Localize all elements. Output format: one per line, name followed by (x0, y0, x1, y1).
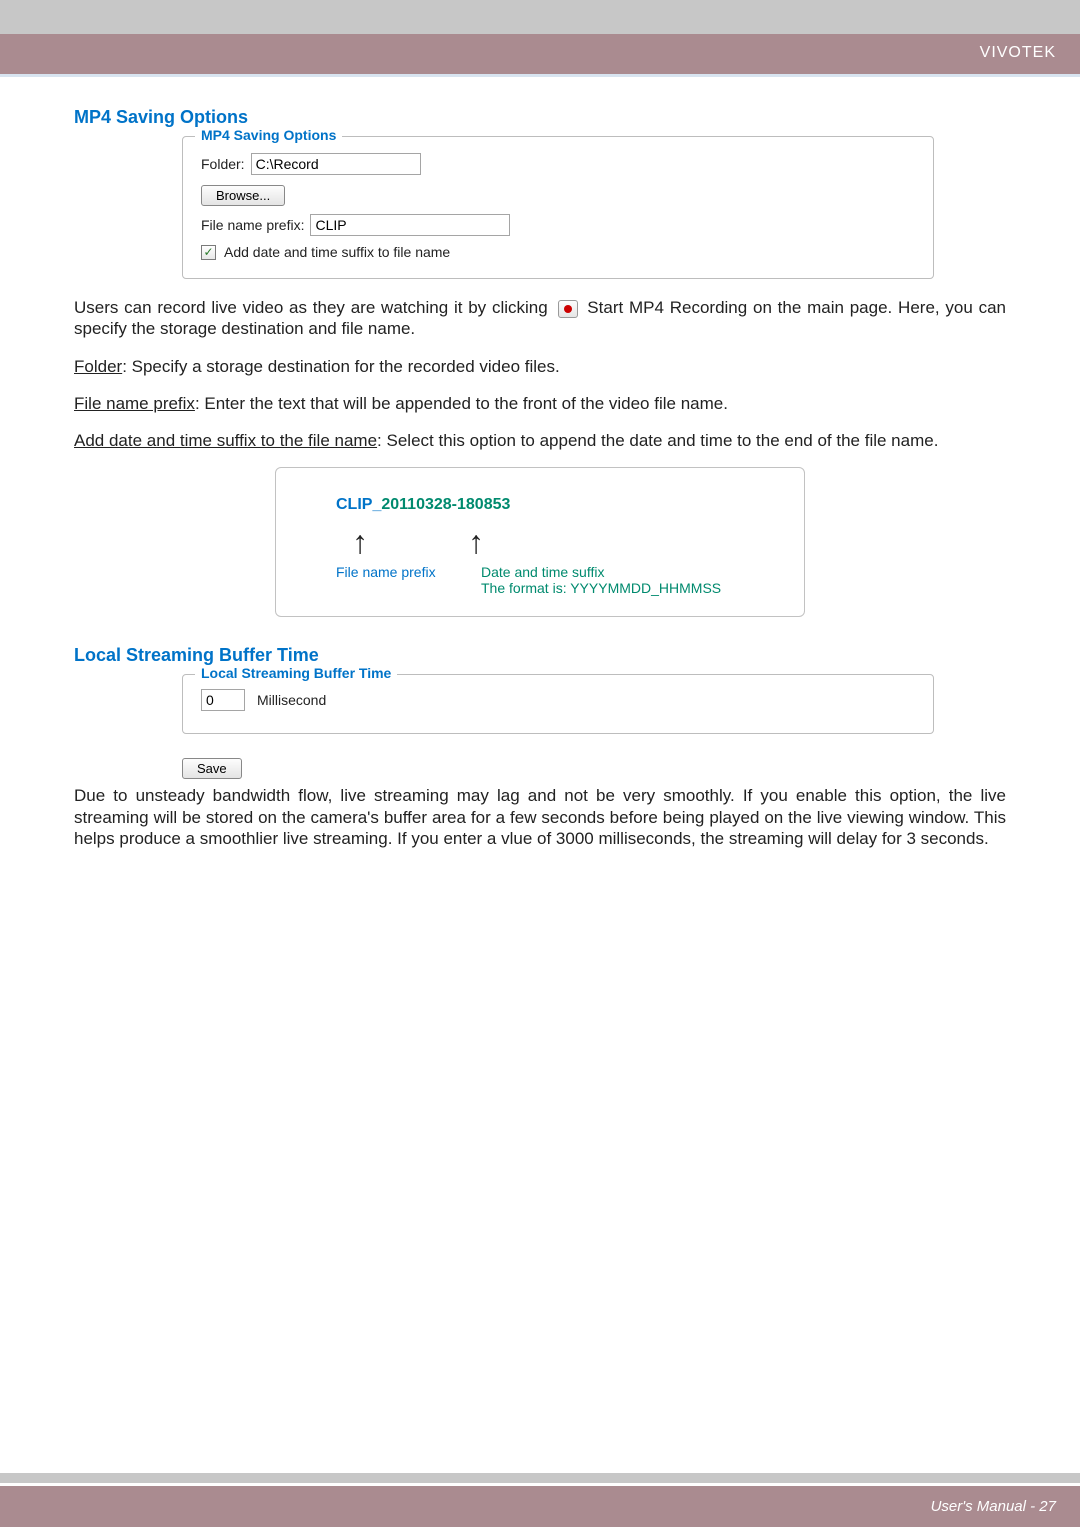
browse-button[interactable]: Browse... (201, 185, 285, 206)
filename-example-box: CLIP_20110328-180853 ↑ ↑ File name prefi… (275, 467, 805, 617)
para3-text: : Enter the text that will be appended t… (195, 394, 728, 413)
folder-row: Folder: (201, 153, 915, 175)
record-icon (558, 300, 578, 318)
header-band: VIVOTEK (0, 34, 1080, 77)
save-button[interactable]: Save (182, 758, 242, 779)
section-mp4-title: MP4 Saving Options (74, 107, 1006, 128)
suffix-checkbox-row: ✓ Add date and time suffix to file name (201, 244, 915, 260)
example-suffix-line2: The format is: YYYYMMDD_HHMMSS (481, 580, 721, 596)
prefix-underline: File name prefix (74, 394, 195, 413)
suffix-checkbox-label: Add date and time suffix to file name (224, 244, 450, 260)
arrow-up-icon: ↑ (468, 526, 484, 558)
example-suffix-line1: Date and time suffix (481, 564, 604, 580)
paragraph-suffix: Add date and time suffix to the file nam… (74, 430, 1006, 451)
mp4-options-fieldset: MP4 Saving Options Folder: Browse... Fil… (182, 136, 934, 279)
example-label-suffix: Date and time suffix The format is: YYYY… (481, 564, 721, 596)
example-filename: CLIP_20110328-180853 (336, 496, 774, 514)
example-label-prefix: File name prefix (336, 564, 461, 596)
example-labels: File name prefix Date and time suffix Th… (336, 564, 774, 596)
footer-band: User's Manual - 27 (0, 1486, 1080, 1527)
example-suffix: 20110328-180853 (381, 496, 510, 513)
prefix-input[interactable] (310, 214, 510, 236)
mp4-options-legend: MP4 Saving Options (195, 127, 342, 143)
paragraph-folder: Folder: Specify a storage destination fo… (74, 356, 1006, 377)
folder-label: Folder: (201, 156, 245, 172)
example-prefix: CLIP (336, 496, 372, 513)
brand-label: VIVOTEK (980, 44, 1056, 61)
folder-underline: Folder (74, 357, 122, 376)
bottom-gray-bar (0, 1473, 1080, 1483)
buffer-fieldset: Local Streaming Buffer Time Millisecond (182, 674, 934, 734)
buffer-input[interactable] (201, 689, 245, 711)
folder-input[interactable] (251, 153, 421, 175)
footer-text: User's Manual - 27 (931, 1498, 1056, 1515)
paragraph-buffer: Due to unsteady bandwidth flow, live str… (74, 785, 1006, 849)
top-gray-bar (0, 0, 1080, 34)
suffix-underline: Add date and time suffix to the file nam… (74, 431, 377, 450)
para1a: Users can record live video as they are … (74, 298, 554, 317)
para4-text: : Select this option to append the date … (377, 431, 938, 450)
paragraph-intro: Users can record live video as they are … (74, 297, 1006, 340)
buffer-legend: Local Streaming Buffer Time (195, 665, 397, 681)
para2-text: : Specify a storage destination for the … (122, 357, 560, 376)
page-content: MP4 Saving Options MP4 Saving Options Fo… (0, 77, 1080, 849)
prefix-row: File name prefix: (201, 214, 915, 236)
suffix-checkbox[interactable]: ✓ (201, 245, 216, 260)
example-arrows: ↑ ↑ (336, 526, 774, 558)
paragraph-prefix: File name prefix: Enter the text that wi… (74, 393, 1006, 414)
arrow-up-icon: ↑ (352, 526, 368, 558)
prefix-label: File name prefix: (201, 217, 304, 233)
section-buffer-title: Local Streaming Buffer Time (74, 645, 1006, 666)
buffer-unit: Millisecond (257, 692, 326, 708)
buffer-row: Millisecond (201, 689, 915, 711)
